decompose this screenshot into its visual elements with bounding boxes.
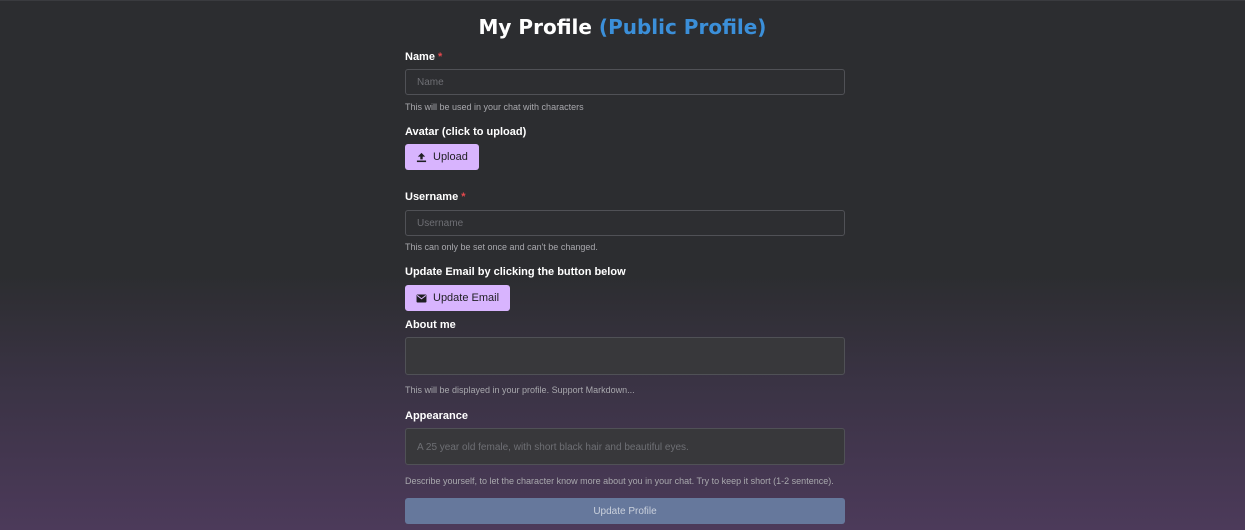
page-title-text: My Profile [478, 15, 592, 39]
about-me-hint: This will be displayed in your profile. … [405, 385, 635, 395]
update-email-button-label: Update Email [433, 292, 500, 304]
name-label-text: Name [405, 51, 435, 63]
appearance-hint: Describe yourself, to let the character … [405, 476, 834, 486]
username-label-text: Username [405, 191, 459, 203]
update-email-label: Update Email by clicking the button belo… [405, 266, 626, 278]
upload-button[interactable]: Upload [405, 144, 479, 170]
name-label: Name * [405, 50, 442, 64]
appearance-textarea[interactable] [405, 428, 845, 465]
required-mark: * [461, 191, 466, 203]
username-label: Username * [405, 190, 466, 204]
top-divider [0, 0, 1245, 1]
required-mark: * [438, 51, 443, 63]
appearance-label: Appearance [405, 410, 468, 422]
username-hint: This can only be set once and can't be c… [405, 242, 598, 252]
upload-button-label: Upload [433, 151, 468, 163]
name-input[interactable] [405, 69, 845, 95]
name-hint: This will be used in your chat with char… [405, 102, 584, 112]
about-me-label: About me [405, 319, 456, 331]
envelope-icon [416, 293, 427, 303]
page-title: My Profile (Public Profile) [0, 13, 1245, 41]
avatar-label: Avatar (click to upload) [405, 126, 527, 138]
upload-icon [416, 152, 427, 163]
about-me-textarea[interactable] [405, 337, 845, 375]
public-profile-link[interactable]: (Public Profile) [599, 15, 767, 39]
update-profile-button[interactable]: Update Profile [405, 498, 845, 524]
username-input[interactable] [405, 210, 845, 236]
update-email-button[interactable]: Update Email [405, 285, 511, 311]
